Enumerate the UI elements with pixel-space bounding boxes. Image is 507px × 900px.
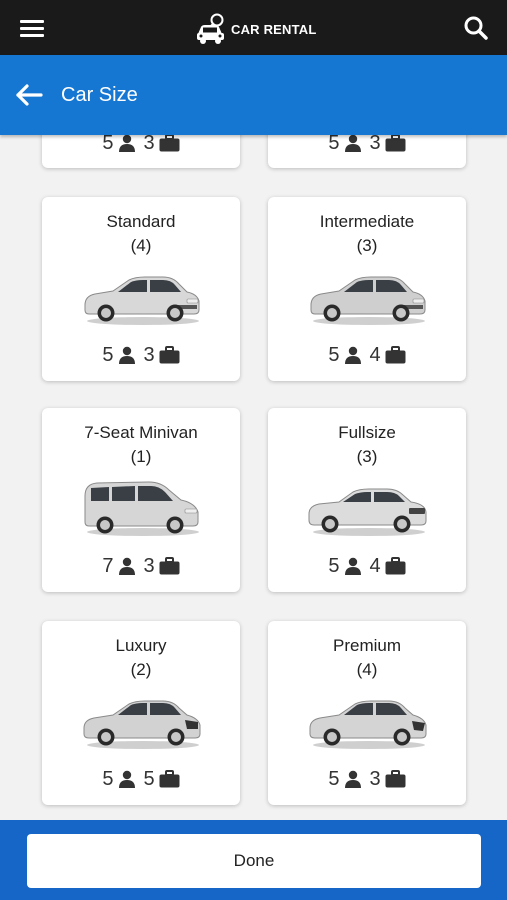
car-count: (4) — [356, 660, 378, 679]
car-size-card-intermediate[interactable]: Intermediate (3) 5 4 — [268, 197, 466, 381]
brand: CAR RENTAL — [195, 12, 317, 46]
car-size-name: 7-Seat Minivan — [84, 423, 198, 442]
car-specs: 5 3 — [42, 343, 240, 367]
car-count: (4) — [130, 236, 152, 255]
suitcase-icon — [385, 346, 406, 364]
passenger-count: 5 — [328, 555, 340, 577]
passenger-count: 7 — [102, 555, 114, 577]
car-count: (2) — [130, 660, 152, 679]
car-rental-app: CAR RENTAL Car Size 5 3 5 3 Standard (4)… — [0, 0, 507, 900]
brand-name: CAR RENTAL — [231, 21, 317, 37]
sedan-car-image — [309, 700, 427, 749]
passenger-count: 5 — [328, 344, 340, 366]
car-specs: 5 3 — [268, 767, 466, 791]
car-size-card-standard[interactable]: Standard (4) 5 3 — [42, 197, 240, 381]
car-size-card-fullsize[interactable]: Fullsize (3) 5 4 — [268, 408, 466, 592]
bag-count: 3 — [369, 768, 381, 790]
passenger-count: 5 — [328, 768, 340, 790]
title-bar: Car Size — [0, 55, 507, 135]
passenger-count: 5 — [102, 768, 114, 790]
bag-count: 3 — [143, 344, 155, 366]
car-size-name: Fullsize — [338, 423, 396, 442]
person-icon — [118, 135, 135, 152]
car-size-card-minivan[interactable]: 7-Seat Minivan (1) 7 3 — [42, 408, 240, 592]
sedan-car-image — [83, 700, 201, 749]
car-specs: 5 3 — [42, 135, 240, 155]
suitcase-icon — [385, 770, 406, 788]
sedan-car-image — [84, 276, 200, 325]
suitcase-icon — [159, 346, 180, 364]
car-count: (1) — [130, 447, 152, 466]
sedan-car-image — [308, 488, 427, 536]
person-icon — [344, 557, 361, 575]
suitcase-icon — [159, 770, 180, 788]
person-icon — [118, 346, 135, 364]
bag-count: 4 — [369, 344, 381, 366]
car-search-logo-icon — [197, 13, 224, 44]
car-size-name: Intermediate — [319, 212, 415, 231]
car-size-grid[interactable]: 5 3 5 3 Standard (4) 5 3 Intermediate (3… — [0, 135, 507, 820]
passenger-count: 5 — [328, 135, 340, 154]
passenger-count: 5 — [102, 344, 114, 366]
done-button[interactable]: Done — [27, 834, 481, 888]
suitcase-icon — [159, 557, 180, 575]
person-icon — [344, 135, 361, 152]
car-specs: 5 5 — [42, 767, 240, 791]
car-size-card-luxury[interactable]: Luxury (2) 5 5 — [42, 621, 240, 805]
car-size-name: Premium — [332, 636, 401, 655]
bag-count: 3 — [369, 135, 381, 154]
car-specs: 5 3 — [268, 135, 466, 155]
suitcase-icon — [159, 135, 180, 152]
bag-count: 3 — [143, 555, 155, 577]
bag-count: 5 — [143, 768, 155, 790]
person-icon — [118, 770, 135, 788]
sedan-car-image — [310, 276, 426, 325]
car-count: (3) — [356, 236, 378, 255]
suitcase-icon — [385, 135, 406, 152]
car-size-card-premium[interactable]: Premium (4) 5 3 — [268, 621, 466, 805]
car-size-card-partial[interactable]: 5 3 — [42, 135, 240, 168]
car-specs: 5 4 — [268, 343, 466, 367]
passenger-count: 5 — [102, 135, 114, 154]
app-header: CAR RENTAL — [0, 0, 507, 55]
car-count: (3) — [356, 447, 378, 466]
bag-count: 3 — [143, 135, 155, 154]
car-size-name: Standard — [106, 212, 176, 231]
person-icon — [344, 770, 361, 788]
car-specs: 5 4 — [268, 554, 466, 578]
search-icon[interactable] — [463, 15, 489, 41]
person-icon — [344, 346, 361, 364]
car-specs: 7 3 — [42, 554, 240, 578]
bottom-action-bar: Done — [0, 820, 507, 900]
minivan-car-image — [84, 481, 199, 536]
arrow-left-icon[interactable] — [14, 82, 44, 108]
suitcase-icon — [385, 557, 406, 575]
car-size-name: Luxury — [115, 636, 167, 655]
hamburger-menu-icon[interactable] — [18, 14, 48, 40]
page-title: Car Size — [61, 84, 138, 106]
person-icon — [118, 557, 135, 575]
bag-count: 4 — [369, 555, 381, 577]
car-size-card-partial[interactable]: 5 3 — [268, 135, 466, 168]
